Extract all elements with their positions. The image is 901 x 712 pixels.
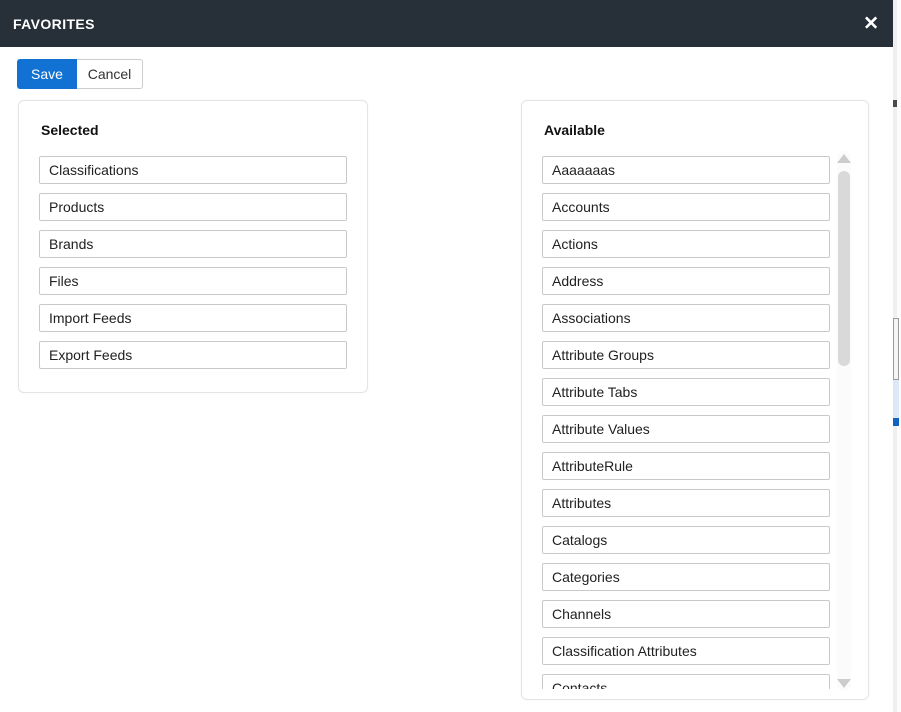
available-list-item[interactable]: Contacts	[542, 674, 830, 689]
scrollbar[interactable]	[837, 151, 851, 691]
selected-list-item[interactable]: Import Feeds	[39, 304, 347, 332]
toolbar: Save Cancel	[17, 59, 143, 89]
background-page-fragment	[893, 380, 899, 420]
available-list-item[interactable]: Accounts	[542, 193, 830, 221]
available-list-item[interactable]: Attribute Values	[542, 415, 830, 443]
background-page-fragment	[893, 418, 899, 426]
available-list-item[interactable]: Catalogs	[542, 526, 830, 554]
selected-list-item[interactable]: Export Feeds	[39, 341, 347, 369]
available-list-item[interactable]: Aaaaaaas	[542, 156, 830, 184]
available-list-item[interactable]: Classification Attributes	[542, 637, 830, 665]
selected-list-item[interactable]: Classifications	[39, 156, 347, 184]
selected-list-item[interactable]: Products	[39, 193, 347, 221]
modal-header: FAVORITES ✕	[0, 0, 893, 47]
available-list-item[interactable]: Associations	[542, 304, 830, 332]
available-list-item[interactable]: Channels	[542, 600, 830, 628]
cancel-button[interactable]: Cancel	[77, 59, 143, 89]
selected-list-item[interactable]: Files	[39, 267, 347, 295]
scrollbar-thumb[interactable]	[838, 171, 850, 366]
available-list-item[interactable]: Address	[542, 267, 830, 295]
available-list: Aaaaaaas Accounts Actions Address Associ…	[542, 156, 830, 689]
available-panel: Available Aaaaaaas Accounts Actions Addr…	[521, 100, 869, 700]
selected-list-item[interactable]: Brands	[39, 230, 347, 258]
available-list-item[interactable]: Attributes	[542, 489, 830, 517]
selected-panel: Selected Classifications Products Brands…	[18, 100, 368, 393]
available-list-item[interactable]: Categories	[542, 563, 830, 591]
save-button[interactable]: Save	[17, 59, 77, 89]
selected-panel-heading: Selected	[41, 122, 99, 138]
modal-title: FAVORITES	[0, 16, 95, 32]
available-list-item[interactable]: Attribute Groups	[542, 341, 830, 369]
selected-list: Classifications Products Brands Files Im…	[39, 156, 347, 378]
available-list-item[interactable]: Attribute Tabs	[542, 378, 830, 406]
scroll-down-icon[interactable]	[837, 679, 851, 688]
scroll-up-icon[interactable]	[837, 154, 851, 163]
background-page-fragment	[893, 318, 899, 380]
available-list-item[interactable]: AttributeRule	[542, 452, 830, 480]
background-page-edge	[893, 0, 901, 712]
background-page-fragment	[893, 100, 897, 107]
available-list-item[interactable]: Actions	[542, 230, 830, 258]
close-icon[interactable]: ✕	[859, 12, 883, 35]
available-panel-heading: Available	[544, 122, 605, 138]
